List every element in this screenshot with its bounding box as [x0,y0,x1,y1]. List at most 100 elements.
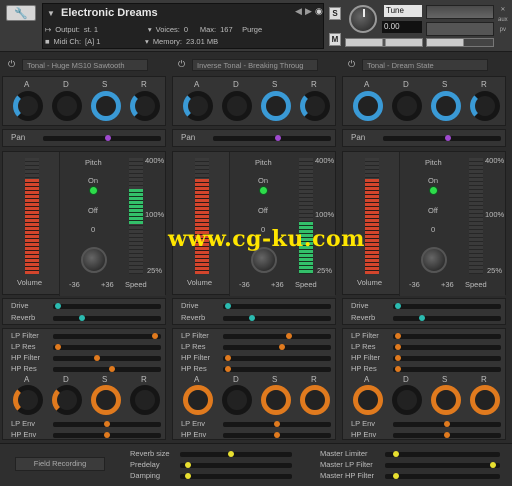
hpr-slider[interactable] [53,366,161,372]
lpr-slider[interactable] [53,344,161,350]
hpr-handle[interactable] [109,366,115,372]
hp-env-handle[interactable] [444,432,450,438]
pan-slider[interactable] [213,135,331,141]
close-icon[interactable]: ✕ [500,7,505,13]
hpr-handle[interactable] [225,366,231,372]
reverb-size-handle[interactable] [228,451,234,457]
amp-s-knob[interactable] [261,91,291,121]
master-lp-handle[interactable] [490,462,496,468]
camera-icon[interactable]: ◉ [315,6,323,17]
speed-meter-track[interactable] [469,158,483,274]
lpf-handle[interactable] [152,333,158,339]
pv-label[interactable]: pv [500,27,506,33]
wrench-icon[interactable]: 🔧 [6,5,36,21]
pan-slider[interactable] [43,135,161,141]
collapse-arrow-icon[interactable]: ▼ [47,9,55,18]
hpr-slider[interactable] [393,366,501,372]
max-voices-value[interactable]: 167 [220,25,238,34]
solo-button[interactable]: S [329,7,341,20]
drive-handle[interactable] [225,303,231,309]
hpf-slider[interactable] [53,355,161,361]
filter-s-knob[interactable] [431,385,461,415]
amp-d-knob[interactable] [222,91,252,121]
lpr-slider[interactable] [223,344,331,350]
pan-handle[interactable] [105,135,111,141]
filter-d-knob[interactable] [222,385,252,415]
filter-r-knob[interactable] [470,385,500,415]
pitch-on-led[interactable] [89,186,98,195]
master-limiter-handle[interactable] [393,451,399,457]
midi-channel-select[interactable]: [A] 1 [85,37,141,46]
hpf-handle[interactable] [225,355,231,361]
lpf-slider[interactable] [393,333,501,339]
lp-env-slider[interactable] [53,421,161,427]
lpr-handle[interactable] [395,344,401,350]
reverb-slider[interactable] [393,315,501,321]
amp-d-knob[interactable] [52,91,82,121]
tune-value[interactable]: 0.00 [382,21,422,33]
voices-arrows-icon[interactable]: ▾ [148,25,152,34]
predelay-handle[interactable] [185,462,191,468]
aux-pv-buttons[interactable]: ✕ aux pv [498,5,508,35]
reverb-size-slider[interactable] [180,451,292,457]
drive-slider[interactable] [53,303,161,309]
power-icon[interactable]: ⏻ [8,59,15,70]
amp-r-knob[interactable] [470,91,500,121]
predelay-slider[interactable] [180,462,292,468]
reverb-handle[interactable] [79,315,85,321]
amp-a-knob[interactable] [353,91,383,121]
hp-env-handle[interactable] [104,432,110,438]
lp-env-slider[interactable] [223,421,331,427]
reverb-handle[interactable] [419,315,425,321]
filter-s-knob[interactable] [261,385,291,415]
hp-env-slider[interactable] [393,432,501,438]
master-hp-handle[interactable] [393,473,399,479]
sample-slot[interactable]: Tonal - Huge MS10 Sawtooth [22,59,148,71]
damping-slider[interactable] [180,473,292,479]
hp-env-slider[interactable] [223,432,331,438]
hpr-handle[interactable] [395,366,401,372]
hp-env-handle[interactable] [274,432,280,438]
filter-d-knob[interactable] [392,385,422,415]
field-recording-button[interactable]: Field Recording [15,457,105,471]
amp-r-knob[interactable] [130,91,160,121]
hpr-slider[interactable] [223,366,331,372]
power-icon[interactable]: ⏻ [348,59,355,70]
amp-d-knob[interactable] [392,91,422,121]
output-select[interactable]: st. 1 [84,25,144,34]
pitch-knob[interactable] [81,247,107,273]
filter-a-knob[interactable] [353,385,383,415]
master-lp-slider[interactable] [385,462,500,468]
lp-env-handle[interactable] [444,421,450,427]
filter-d-knob[interactable] [52,385,82,415]
amp-s-knob[interactable] [91,91,121,121]
hp-env-slider[interactable] [53,432,161,438]
lp-env-slider[interactable] [393,421,501,427]
drive-slider[interactable] [223,303,331,309]
pan-slider[interactable] [383,135,501,141]
pitch-knob[interactable] [421,247,447,273]
reverb-handle[interactable] [249,315,255,321]
lpr-handle[interactable] [279,344,285,350]
tune-knob[interactable] [349,5,377,33]
filter-s-knob[interactable] [91,385,121,415]
prev-icon[interactable]: ◀ [295,6,302,17]
pan-handle[interactable] [445,135,451,141]
lpf-handle[interactable] [286,333,292,339]
hpf-handle[interactable] [395,355,401,361]
purge-button[interactable]: Purge [242,25,262,34]
lp-env-handle[interactable] [274,421,280,427]
volume-slider[interactable] [426,38,494,47]
lpr-handle[interactable] [55,344,61,350]
pitch-on-led[interactable] [259,186,268,195]
pan-handle[interactable] [275,135,281,141]
hpf-slider[interactable] [223,355,331,361]
lpf-slider[interactable] [53,333,161,339]
amp-s-knob[interactable] [431,91,461,121]
drive-handle[interactable] [395,303,401,309]
master-limiter-slider[interactable] [385,451,500,457]
master-hp-slider[interactable] [385,473,500,479]
damping-handle[interactable] [185,473,191,479]
sample-slot[interactable]: Inverse Tonal - Breaking Throug [192,59,318,71]
volume-meter-fill[interactable] [25,179,39,274]
